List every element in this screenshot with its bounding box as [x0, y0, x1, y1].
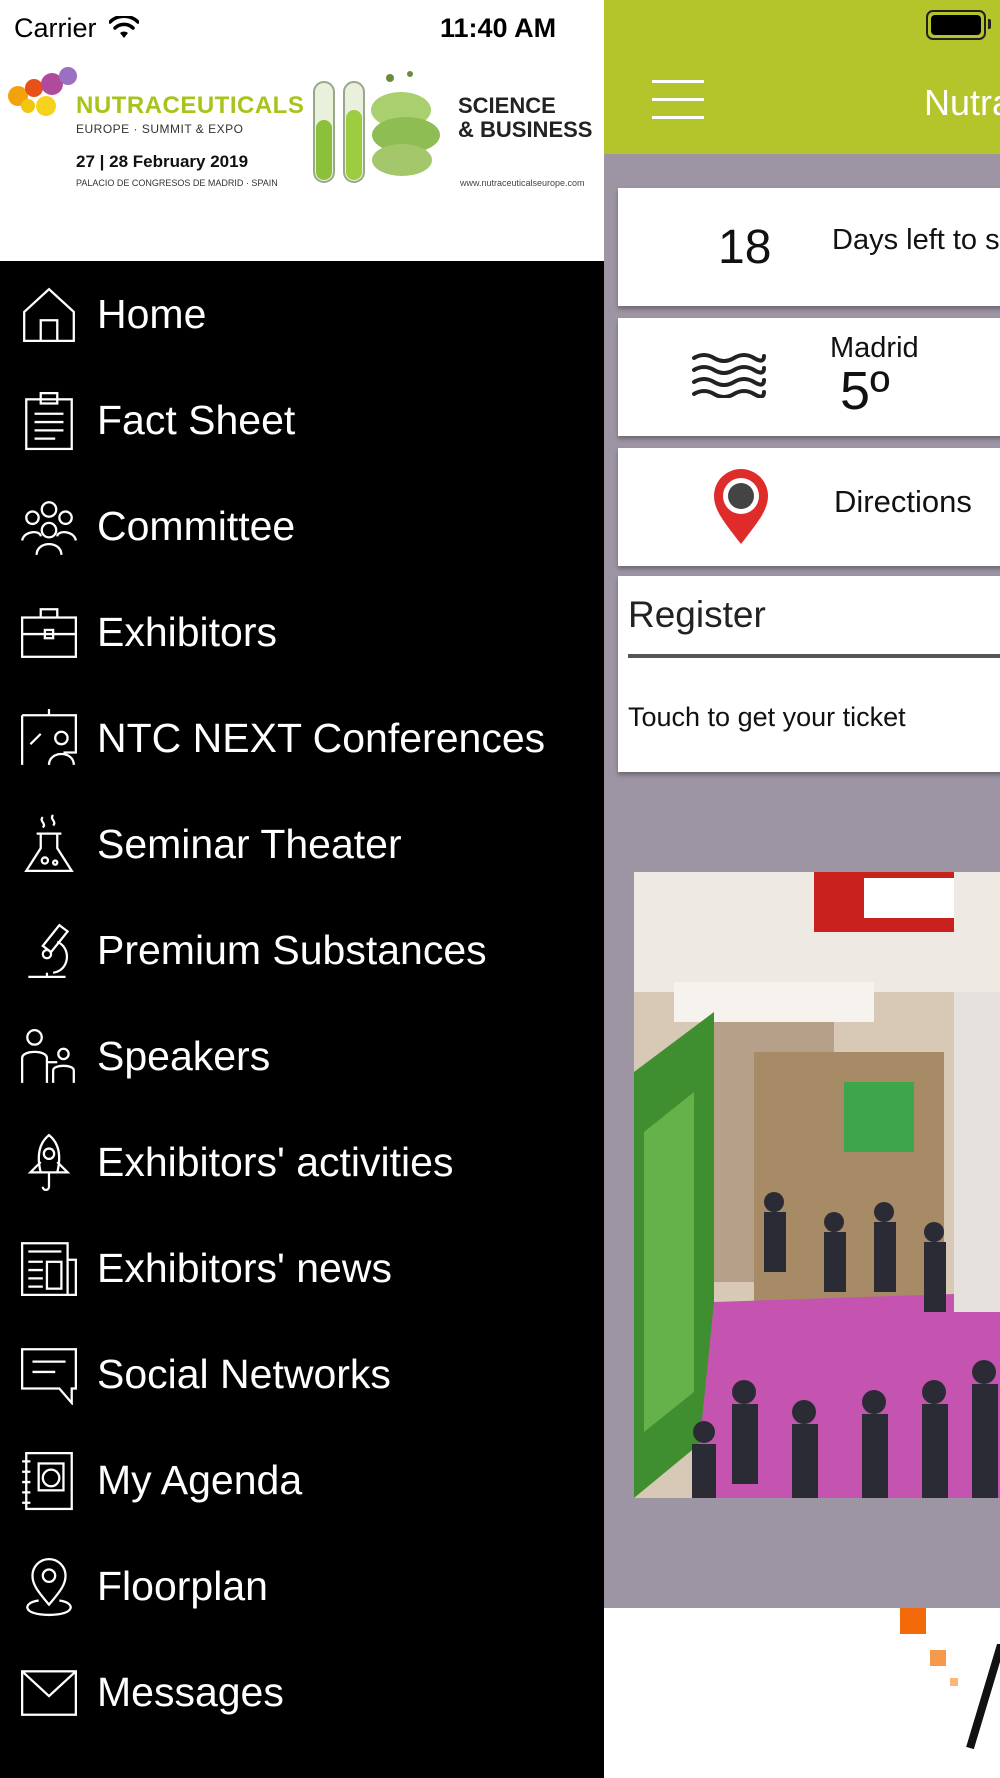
battery-icon [926, 10, 991, 40]
presentation-icon [16, 705, 82, 771]
menu-item-speakers[interactable]: Speakers [0, 1003, 604, 1109]
menu-item-seminar-theater[interactable]: Seminar Theater [0, 791, 604, 897]
home-icon [16, 281, 82, 347]
location-pin-icon [714, 469, 768, 544]
sponsor-logo [900, 1608, 1000, 1750]
menu-item-label: Social Networks [97, 1350, 391, 1397]
directions-card[interactable]: Directions [618, 448, 1000, 566]
directions-label: Directions [834, 484, 972, 519]
menu-item-label: Exhibitors' activities [97, 1138, 454, 1185]
menu-item-premium-substances[interactable]: Premium Substances [0, 897, 604, 1003]
menu-item-committee[interactable]: Committee [0, 473, 604, 579]
menu-item-exhibitors[interactable]: Exhibitors [0, 579, 604, 685]
menu-item-label: Seminar Theater [97, 820, 402, 867]
menu-item-label: Committee [97, 502, 296, 549]
menu-item-messages[interactable]: Messages [0, 1639, 604, 1745]
menu-item-floorplan[interactable]: Floorplan [0, 1533, 604, 1639]
weather-temperature: 5º [840, 361, 890, 421]
menu-item-label: My Agenda [97, 1456, 303, 1503]
menu-item-label: Messages [97, 1668, 284, 1715]
menu-item-ntc-next-conferences[interactable]: NTC NEXT Conferences [0, 685, 604, 791]
status-carrier: Carrier [14, 8, 139, 48]
menu-item-my-agenda[interactable]: My Agenda [0, 1427, 604, 1533]
map-pin-icon [16, 1553, 82, 1619]
menu-item-fact-sheet[interactable]: Fact Sheet [0, 367, 604, 473]
logo-url: www.nutraceuticalseurope.com [460, 178, 585, 188]
register-subtitle: Touch to get your ticket [628, 702, 906, 732]
menu-item-label: Fact Sheet [97, 396, 296, 443]
flask-icon [16, 811, 82, 877]
drawer-header: Carrier 11:40 AM NUTRACEUTICALS EUROPE ·… [0, 0, 604, 261]
menu-item-exhibitors-news[interactable]: Exhibitors' news [0, 1215, 604, 1321]
clipboard-icon [16, 387, 82, 453]
menu-item-social-networks[interactable]: Social Networks [0, 1321, 604, 1427]
envelope-icon [16, 1659, 82, 1725]
test-tubes-icon [313, 71, 440, 183]
days-count: 18 [718, 221, 772, 274]
hamburger-menu-button[interactable] [652, 80, 704, 120]
chat-icon [16, 1341, 82, 1407]
microscope-icon [16, 917, 82, 983]
status-time: 11:40 AM [440, 13, 557, 43]
sponsor-banner [604, 1608, 1000, 1778]
menu-item-label: Home [97, 290, 207, 337]
menu-item-label: NTC NEXT Conferences [97, 714, 546, 761]
menu-item-label: Premium Substances [97, 926, 487, 973]
register-divider [628, 654, 1000, 658]
app-title: Nutra [924, 82, 1000, 123]
fog-icon [692, 353, 766, 398]
menu-item-label: Floorplan [97, 1562, 268, 1609]
group-icon [16, 493, 82, 559]
top-app-bar: Nutra [604, 0, 1000, 154]
speakers-icon [16, 1023, 82, 1089]
logo-date: 27 | 28 February 2019 [76, 152, 249, 171]
rocket-icon [16, 1129, 82, 1195]
briefcase-icon [16, 599, 82, 665]
register-title: Register [628, 594, 766, 635]
logo-subtitle: EUROPE · SUMMIT & EXPO [76, 122, 244, 136]
menu-item-label: Exhibitors' news [97, 1244, 392, 1291]
menu-item-exhibitors-activities[interactable]: Exhibitors' activities [0, 1109, 604, 1215]
newspaper-icon [16, 1235, 82, 1301]
menu-item-label: Exhibitors [97, 608, 278, 655]
logo-tagline-2: & BUSINESS [458, 117, 593, 142]
logo-brand: NUTRACEUTICALS [76, 92, 305, 119]
carrier-label: Carrier [14, 12, 97, 43]
main-content: Nutra 18 Days left to s Madrid 5º Direct… [604, 0, 1000, 1778]
menu-item-label: Speakers [97, 1032, 271, 1079]
expo-photo [634, 872, 1000, 1498]
logo-tagline: SCIENCE & BUSINESS [458, 94, 592, 142]
logo-dots-icon [8, 67, 77, 116]
menu-item-home[interactable]: Home [0, 261, 604, 367]
logo-venue: PALACIO DE CONGRESOS DE MADRID · SPAIN [76, 178, 278, 188]
event-logo: NUTRACEUTICALS EUROPE · SUMMIT & EXPO 27… [6, 66, 600, 198]
agenda-icon [16, 1447, 82, 1513]
logo-tagline-1: SCIENCE [458, 93, 556, 118]
weather-card[interactable]: Madrid 5º [618, 318, 1000, 436]
register-card[interactable]: Register Touch to get your ticket [618, 576, 1000, 772]
wifi-icon [108, 16, 139, 38]
navigation-drawer: Carrier 11:40 AM NUTRACEUTICALS EUROPE ·… [0, 0, 604, 1778]
days-left-text: Days left to s [832, 224, 1000, 256]
countdown-card[interactable]: 18 Days left to s [618, 188, 1000, 306]
